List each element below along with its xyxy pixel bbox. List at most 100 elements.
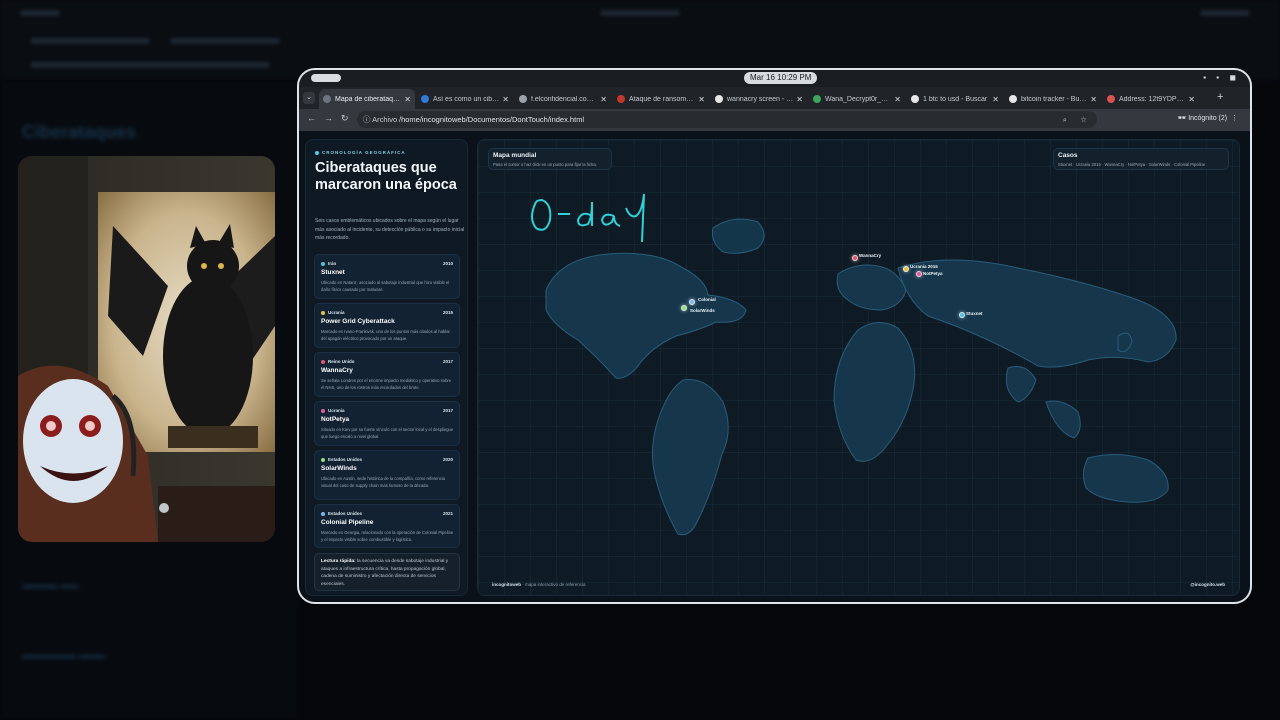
tab-close-icon[interactable]: ✕ [894, 95, 901, 104]
case-year: 2017 [442, 408, 453, 413]
map-marker[interactable] [903, 266, 909, 272]
browser-tab[interactable]: wannacry screen - Buscar✕ [711, 89, 807, 109]
incognito-indicator[interactable]: 🕶 Incógnito (2) ⋮ [1177, 114, 1238, 122]
intro-text: Seis casos emblemáticos ubicados sobre e… [315, 218, 465, 241]
tab-title: Ataque de ransomware [629, 95, 696, 103]
case-description: Marcado en Ivano-Frankivsk, uno de los p… [321, 329, 450, 341]
tab-close-icon[interactable]: ✕ [404, 95, 411, 104]
map-title: Mapa mundial [493, 152, 537, 159]
case-year: 2017 [442, 359, 453, 364]
webcam-overlay [18, 156, 275, 542]
map-marker[interactable] [852, 255, 858, 261]
tab-favicon-icon [911, 95, 919, 103]
new-tab-plus-icon[interactable]: + [1217, 91, 1223, 103]
eyebrow-label: CRONOLOGÍA GEOGRÁFICA [315, 150, 406, 155]
tab-favicon-icon [421, 95, 429, 103]
map-marker[interactable] [689, 299, 695, 305]
browser-tab[interactable]: Ataque de ransomware ✕ [613, 89, 709, 109]
tab-favicon-icon [519, 95, 527, 103]
case-card[interactable]: Estados Unidos 2021 Colonial Pipeline Marca… [314, 504, 460, 548]
browser-toolbar: ← → ↻ ⓘ Archivo /home/incognitoweb/Docum… [299, 109, 1250, 131]
bookmark-star-icon[interactable]: ☆ [1080, 111, 1087, 128]
world-map-card: Mapa mundial Pasa el cursor o haz click … [477, 139, 1240, 596]
case-year: 2015 [442, 310, 453, 315]
case-name: Stuxnet [321, 269, 345, 276]
tab-strip: ⌄ Mapa de ciberataques ✕ Así es como un ci… [299, 87, 1250, 109]
quick-read-note: Lectura rápida: la secuencia va desde sa… [314, 553, 460, 591]
tab-close-icon[interactable]: ✕ [796, 95, 803, 104]
address-bar[interactable]: ⓘ Archivo /home/incognitoweb/Documentos/… [357, 111, 1097, 128]
map-marker-label: NotPetya [923, 271, 943, 276]
activities-pill[interactable] [311, 74, 341, 82]
system-top-bar: Mar 16 10:29 PM ▪ ▪ ◼ [299, 70, 1250, 87]
tab-title: f.elconfidencial.com/... [531, 95, 598, 103]
cases-list: Stuxnet · Ucrania 2015 · WannaCry · NotP… [1058, 162, 1206, 167]
browser-tab[interactable]: Address: 12t9YDPgwue✕ [1103, 89, 1199, 109]
tab-favicon-icon [715, 95, 723, 103]
browser-tab[interactable]: f.elconfidencial.com/... ✕ [515, 89, 611, 109]
tab-close-icon[interactable]: ✕ [502, 95, 509, 104]
case-country: Ucrania [321, 408, 345, 413]
back-arrow-icon[interactable]: ← [307, 113, 316, 123]
system-clock[interactable]: Mar 16 10:29 PM [744, 72, 818, 84]
tab-favicon-icon [617, 95, 625, 103]
system-tray-icons[interactable]: ▪ ▪ ◼ [1203, 73, 1240, 82]
handwritten-annotation [531, 193, 645, 243]
tab-close-icon[interactable]: ✕ [992, 95, 999, 104]
map-marker-label: Ucrania 2015 [910, 264, 938, 269]
background-desktop-bottom [300, 605, 1280, 720]
map-title-box: Mapa mundial Pasa el cursor o haz click … [488, 148, 612, 170]
tab-title: Mapa de ciberataques [335, 95, 402, 103]
map-marker[interactable] [916, 271, 922, 277]
browser-tab[interactable]: bitcoin tracker - Buscar ✕ [1005, 89, 1101, 109]
europe-shape [836, 264, 907, 311]
browser-tab[interactable]: Así es como un ciberataque✕ [417, 89, 513, 109]
browser-tab[interactable]: Mapa de ciberataques ✕ [319, 89, 415, 109]
browser-window: Mar 16 10:29 PM ▪ ▪ ◼ ⌄ Mapa de ciberata… [297, 68, 1252, 604]
south-america-shape [652, 378, 729, 536]
case-name: WannaCry [321, 367, 353, 374]
browser-tab[interactable]: 1 btc to usd - Buscar ✕ [907, 89, 1003, 109]
tab-close-icon[interactable]: ✕ [600, 95, 607, 104]
zoom-search-icon[interactable]: ⌕ [1063, 111, 1067, 128]
case-color-dot [321, 457, 325, 462]
case-description: Situado en Kiev por su fuerte vínculo co… [321, 427, 454, 439]
case-card[interactable]: Irán 2010 Stuxnet Ubicado en Natanz, asocia… [314, 254, 460, 299]
map-footer-handle: @incognito.web [1190, 582, 1225, 587]
case-year: 2010 [442, 261, 453, 266]
case-year: 2020 [442, 457, 453, 462]
case-name: Colonial Pipeline [321, 519, 374, 526]
case-color-dot [321, 359, 325, 364]
case-card[interactable]: Estados Unidos 2020 SolarWinds Ubicado en A… [314, 450, 460, 500]
map-marker-label: SolarWinds [690, 308, 715, 313]
map-marker[interactable] [681, 305, 687, 311]
tab-title: Así es como un ciberataque [433, 95, 499, 103]
case-name: NotPetya [321, 416, 350, 423]
file-scheme-label: ⓘ Archivo [363, 115, 398, 124]
tab-favicon-icon [813, 95, 821, 103]
reload-icon[interactable]: ↻ [341, 113, 349, 124]
india-shape [1005, 366, 1037, 403]
asia-shape [897, 259, 1177, 368]
tab-title: bitcoin tracker - Buscar [1021, 95, 1088, 103]
tab-search-chevron-icon[interactable]: ⌄ [303, 92, 315, 104]
tab-favicon-icon [1009, 95, 1017, 103]
southeast-asia-shape [1045, 400, 1081, 439]
tab-close-icon[interactable]: ✕ [1090, 95, 1097, 104]
australia-shape [1082, 454, 1169, 503]
case-card[interactable]: Ucrania 2015 Power Grid Cyberattack Marcado… [314, 303, 460, 348]
case-card[interactable]: Ucrania 2017 NotPetya Situado en Kiev por s… [314, 401, 460, 446]
map-marker[interactable] [959, 312, 965, 318]
forward-arrow-icon[interactable]: → [324, 113, 333, 123]
page-title: Ciberataques que marcaron una época [315, 160, 457, 193]
map-marker-label: Colonial [698, 297, 716, 302]
tab-close-icon[interactable]: ✕ [1188, 95, 1195, 104]
case-name: Power Grid Cyberattack [321, 318, 395, 325]
tab-close-icon[interactable]: ✕ [698, 95, 705, 104]
browser-tab[interactable]: Wana_Decrypt0r_screen✕ [809, 89, 905, 109]
case-card[interactable]: Reino Unido 2017 WannaCry Se señala Londres… [314, 352, 460, 397]
url-text: /home/incognitoweb/Documentos/DontTouch/… [399, 115, 585, 124]
north-america-shape [545, 252, 747, 379]
case-color-dot [321, 511, 325, 516]
case-description: Marcado en Georgia, relacionado con la o… [321, 530, 454, 542]
